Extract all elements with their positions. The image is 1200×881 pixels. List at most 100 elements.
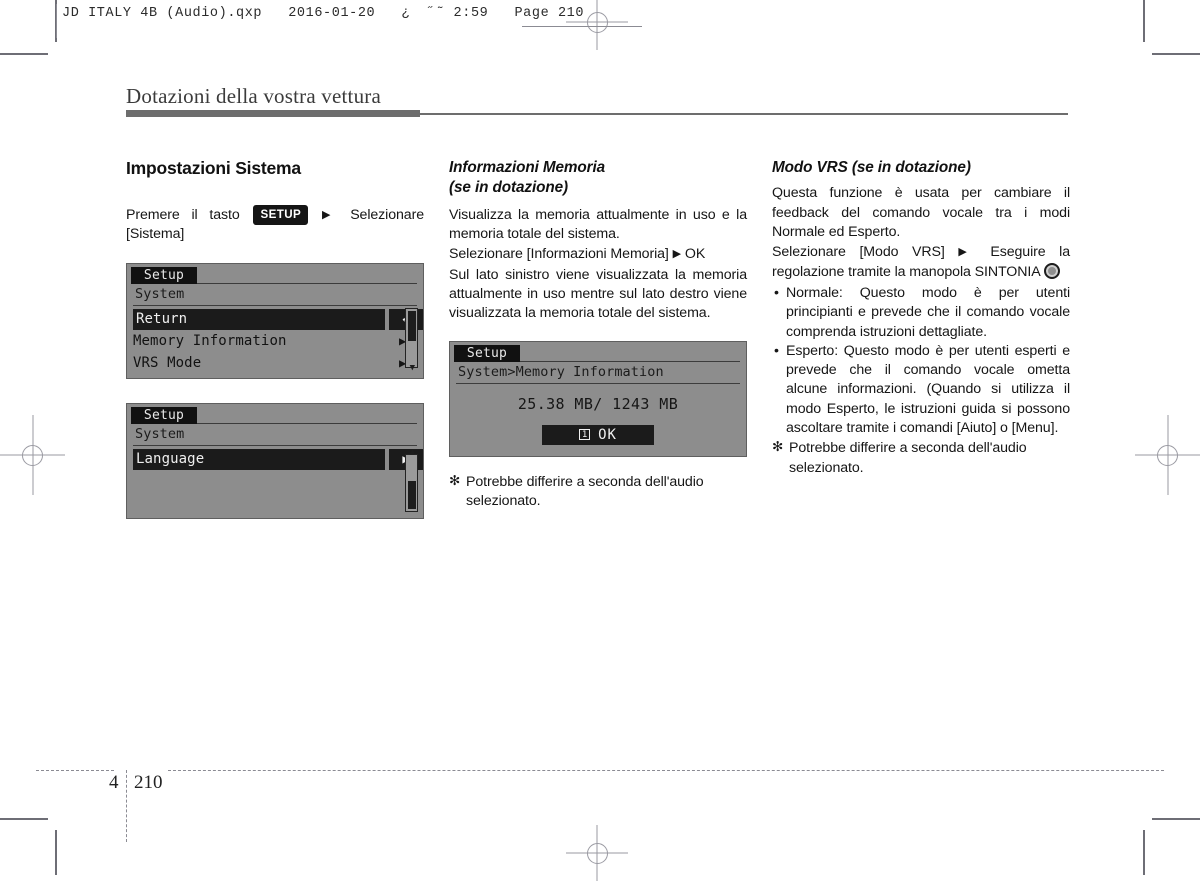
lcd-scrollbar-thumb[interactable]: [407, 310, 416, 341]
crop-mark-top-right-h: [1152, 53, 1200, 55]
reg-vline: [1167, 415, 1168, 495]
reg-circle: [586, 842, 608, 864]
footer-chapter-number: 4: [109, 772, 119, 793]
list-item-text: Normale: Questo modo è per utenti princi…: [786, 284, 1070, 340]
lcd-ok-button[interactable]: 1 OK: [542, 424, 654, 445]
memoria-ok-text: OK: [684, 246, 706, 263]
memoria-footnote: ✻ Potrebbe differire a seconda dell'audi…: [449, 473, 747, 512]
reg-vline: [596, 0, 598, 50]
setup-key-button[interactable]: SETUP: [253, 205, 309, 226]
registration-mark-right: [1135, 415, 1200, 495]
memory-usage-value: 25.38 MB/ 1243 MB: [517, 394, 679, 413]
lcd-breadcrumb-rule: [456, 382, 740, 385]
footer-dashed-rule-left: [36, 770, 114, 771]
memoria-para-3: Sul lato sinistro viene visualizzata la …: [449, 266, 747, 322]
memoria-footnote-text: Potrebbe differire a seconda dell'audio …: [466, 473, 704, 509]
chapter-title: Dotazioni della vostra vettura: [126, 84, 381, 108]
vrs-mode-list: • Normale: Questo modo è per utenti prin…: [772, 284, 1070, 439]
reg-hline: [0, 454, 65, 456]
vrs-footnote-text: Potrebbe differire a seconda dell'audio …: [789, 440, 1027, 476]
scroll-up-icon[interactable]: ▲: [410, 447, 415, 456]
asterisk-icon: ✻: [449, 472, 461, 488]
lcd-row-label: Memory Information: [133, 332, 287, 349]
lcd-breadcrumb: System>Memory Information: [458, 363, 664, 380]
section-title-line1: Informazioni Memoria: [449, 159, 606, 176]
vrs-para-2: Selezionare [Modo VRS] ▶ Eseguire la reg…: [772, 243, 1070, 282]
lcd-row-memory-information[interactable]: Memory Information: [133, 331, 385, 352]
reg-circle: [1157, 444, 1178, 466]
slug-left-rule: [56, 4, 57, 38]
reg-vline: [596, 825, 598, 881]
vrs-para-1: Questa funzione è usata per cambiare il …: [772, 185, 1070, 240]
arrow-icon: ▶: [958, 246, 977, 259]
lcd-scrollbar[interactable]: [405, 453, 418, 512]
lcd-row-language[interactable]: Language: [133, 448, 385, 470]
section-title-modo-vrs: Modo VRS (se in dotazione): [772, 159, 971, 176]
bullet-icon: •: [774, 342, 779, 359]
reg-hline: [566, 21, 628, 23]
crop-mark-top-left-h: [0, 53, 48, 55]
memoria-para-2: Selezionare [Informazioni Memoria] ▶ OK: [449, 245, 747, 264]
lcd-screen-language-menu[interactable]: Setup System Language ▶ ▲: [126, 402, 424, 519]
lcd-row-vrs-mode[interactable]: VRS Mode: [133, 353, 385, 374]
reg-circle: [22, 444, 43, 466]
lcd-breadcrumb-rule: [133, 304, 417, 307]
lcd-tab-label: Setup: [131, 266, 197, 284]
tune-knob-icon: [1043, 262, 1060, 279]
slug-underline-right: [616, 26, 642, 27]
footer-dashed-rule-right: [168, 770, 1164, 771]
reg-circle: [586, 11, 608, 33]
setup-instruction: Premere il tasto SETUP ▶ Selezionare [Si…: [126, 205, 424, 245]
reg-vline: [32, 415, 33, 495]
reg-hline: [566, 852, 628, 854]
lcd-row-label: Language: [136, 450, 205, 467]
lcd-screen-system-menu[interactable]: Setup System Return ↩ Memory Information…: [126, 262, 424, 379]
crop-mark-bottom-left-v: [55, 830, 57, 875]
header-rule-thin: [420, 113, 1068, 115]
list-item: • Normale: Questo modo è per utenti prin…: [772, 284, 1070, 342]
footer-dashed-vline: [126, 770, 127, 842]
bullet-icon: •: [774, 284, 779, 301]
lcd-breadcrumb: System: [135, 285, 185, 302]
crop-mark-bottom-left-h: [0, 818, 48, 820]
section-title-informazioni-memoria: Informazioni Memoria (se in dotazione): [449, 158, 747, 199]
lcd-screen-memory-information[interactable]: Setup System>Memory Information 25.38 MB…: [449, 340, 747, 457]
registration-mark-bottom: [566, 825, 628, 881]
ok-number-badge: 1: [579, 428, 591, 440]
lcd-row-return[interactable]: Return: [133, 308, 385, 330]
arrow-icon: ▶: [672, 248, 682, 261]
vrs-footnote: ✻ Potrebbe differire a seconda dell'audi…: [772, 439, 1070, 478]
memoria-para-1: Visualizza la memoria attualmente in uso…: [449, 206, 747, 242]
column-middle: Informazioni Memoria (se in dotazione) V…: [449, 158, 747, 511]
lcd-row-label: VRS Mode: [133, 354, 202, 371]
section-title-impostazioni-sistema: Impostazioni Sistema: [126, 158, 301, 178]
list-item: • Esperto: Questo modo è per utenti espe…: [772, 342, 1070, 439]
lcd-tab-rule: [197, 282, 417, 284]
ok-label: OK: [598, 426, 617, 443]
crop-mark-bottom-right-v: [1143, 830, 1145, 875]
crop-mark-top-right-v: [1143, 0, 1145, 42]
list-item-text: Esperto: Questo modo è per utenti espert…: [786, 342, 1070, 437]
lcd-scrollbar-thumb[interactable]: [407, 480, 416, 509]
lcd-tab-label: Setup: [454, 344, 520, 362]
lcd-tab-rule: [197, 422, 417, 424]
slug-text: JD ITALY 4B (Audio).qxp 2016-01-20 ¿ ˝˜ …: [62, 6, 585, 21]
crop-mark-bottom-right-h: [1152, 818, 1200, 820]
memoria-select-text: Selezionare [Informazioni Memoria]: [449, 246, 669, 263]
lcd-tab-rule: [520, 360, 740, 362]
arrow-icon: ▶: [321, 209, 339, 221]
lcd-scrollbar[interactable]: [405, 307, 418, 368]
asterisk-icon: ✻: [772, 439, 784, 455]
registration-mark-left: [0, 415, 65, 495]
lcd-breadcrumb: System: [135, 425, 185, 442]
column-left: Impostazioni Sistema Premere il tasto SE…: [126, 158, 424, 519]
footer-page-number: 210: [134, 772, 163, 793]
vrs-select-text: Selezionare [Modo VRS]: [772, 244, 945, 261]
scroll-down-icon[interactable]: ▼: [410, 363, 415, 372]
instruction-pre-text: Premere il tasto: [126, 207, 240, 223]
section-title-line2: (se in dotazione): [449, 179, 568, 197]
lcd-tab-label: Setup: [131, 406, 197, 424]
column-right: Modo VRS (se in dotazione) Questa funzio…: [772, 158, 1070, 478]
header-rule-thick: [126, 110, 420, 117]
lcd-row-label: Return: [136, 310, 188, 327]
